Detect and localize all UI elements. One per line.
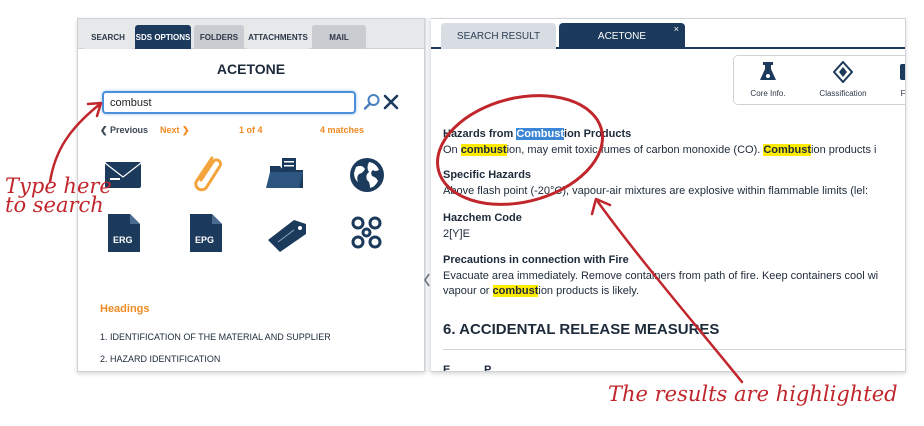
section-heading-hazards: Hazards from Combustion Products bbox=[443, 128, 631, 140]
section-toolbar: Core Info. Classification Fi bbox=[733, 55, 906, 105]
section-divider bbox=[443, 349, 905, 350]
classification-label: Classification bbox=[819, 89, 867, 98]
heading-text: Hazards from bbox=[443, 128, 517, 140]
previous-label: Previous bbox=[110, 125, 149, 135]
tab-search-result[interactable]: SEARCH RESULT bbox=[441, 23, 556, 49]
folder-icon[interactable] bbox=[264, 152, 310, 198]
clear-search-icon[interactable] bbox=[383, 93, 399, 111]
classification-button[interactable]: Classification bbox=[804, 56, 882, 104]
label-tag-icon[interactable] bbox=[264, 210, 310, 256]
next-label: Next bbox=[160, 125, 180, 135]
section-heading-hazchem: Hazchem Code bbox=[443, 212, 522, 224]
next-match-button[interactable]: Next ❯ bbox=[160, 125, 190, 136]
chain-link-icon[interactable] bbox=[344, 210, 390, 256]
body-text: On bbox=[443, 144, 461, 156]
left-tab-bar: SEARCH SDS OPTIONS FOLDERS ATTACHMENTS M… bbox=[78, 19, 424, 49]
heading-text: ion Products bbox=[564, 128, 632, 140]
erg-document-icon[interactable]: ERG bbox=[100, 210, 146, 256]
tab-sds-options[interactable]: SDS OPTIONS bbox=[135, 25, 191, 49]
cut-off-text: E.......... P........ . bbox=[443, 364, 521, 372]
search-navigation: ❮ Previous Next ❯ 1 of 4 4 matches bbox=[100, 125, 400, 139]
section-heading-fire-precautions: Precautions in connection with Fire bbox=[443, 254, 629, 266]
tab-mail[interactable]: MAIL bbox=[312, 25, 366, 49]
erg-label: ERG bbox=[113, 235, 133, 245]
search-icon[interactable] bbox=[363, 93, 381, 111]
previous-match-button[interactable]: ❮ Previous bbox=[100, 125, 148, 136]
document-tab-bar: SEARCH RESULT ACETONE × bbox=[431, 19, 905, 49]
match-highlight: combust bbox=[460, 144, 507, 156]
tab-search[interactable]: SEARCH bbox=[84, 25, 132, 49]
current-match-highlight: Combust bbox=[516, 128, 565, 140]
headings-title: Headings bbox=[100, 303, 150, 315]
core-info-button[interactable]: Core Info. bbox=[734, 56, 802, 104]
section-text-hazchem: 2[Y]E bbox=[443, 228, 470, 240]
page-title: ACETONE bbox=[216, 61, 286, 77]
body-text: ion products is likely. bbox=[538, 285, 640, 297]
annotation-type-here: Type here to search bbox=[5, 176, 112, 217]
document-viewer: SEARCH RESULT ACETONE × Core Info. Class… bbox=[431, 18, 906, 372]
sds-options-panel: SEARCH SDS OPTIONS FOLDERS ATTACHMENTS M… bbox=[77, 18, 425, 372]
heading-item[interactable]: 2. HAZARD IDENTIFICATION bbox=[100, 354, 220, 364]
tab-acetone-label: ACETONE bbox=[597, 30, 647, 42]
globe-icon[interactable] bbox=[344, 152, 390, 198]
tool-icon bbox=[900, 64, 905, 80]
tab-acetone[interactable]: ACETONE × bbox=[559, 23, 685, 49]
close-tab-icon[interactable]: × bbox=[674, 24, 679, 34]
body-text: vapour or bbox=[443, 285, 493, 297]
tab-folders[interactable]: FOLDERS bbox=[194, 25, 244, 49]
collapse-arrow-icon[interactable] bbox=[424, 273, 430, 287]
match-counter: 1 of 4 bbox=[239, 125, 263, 135]
annotation-results-highlighted: The results are highlighted bbox=[608, 382, 898, 406]
annotation-line: to search bbox=[5, 193, 104, 217]
body-text: ion products i bbox=[811, 144, 877, 156]
section-text-hazards: On combustion, may emit toxic fumes of c… bbox=[443, 144, 876, 156]
epg-document-icon[interactable]: EPG bbox=[182, 210, 228, 256]
third-tool-label: Fi bbox=[900, 89, 906, 98]
section-heading-specific-hazards: Specific Hazards bbox=[443, 169, 532, 181]
flask-icon bbox=[760, 62, 776, 80]
paperclip-icon[interactable] bbox=[182, 152, 228, 198]
core-info-label: Core Info. bbox=[750, 89, 786, 98]
section-6-heading: 6. ACCIDENTAL RELEASE MEASURES bbox=[443, 321, 720, 338]
epg-label: EPG bbox=[195, 235, 214, 245]
screenshot: SEARCH SDS OPTIONS FOLDERS ATTACHMENTS M… bbox=[0, 0, 924, 426]
section-text-specific-hazards: Above flash point (-20°C), vapour-air mi… bbox=[443, 185, 868, 197]
body-text: ion, may emit toxic fumes of carbon mono… bbox=[506, 144, 764, 156]
match-total: 4 matches bbox=[320, 125, 365, 135]
third-tool-button[interactable]: Fi bbox=[886, 56, 906, 104]
match-highlight: combust bbox=[492, 285, 539, 297]
heading-item[interactable]: 1. IDENTIFICATION OF THE MATERIAL AND SU… bbox=[100, 332, 331, 342]
section-text-fire-precautions: Evacuate area immediately. Remove contai… bbox=[443, 270, 879, 282]
search-input[interactable] bbox=[102, 91, 356, 114]
section-text-fire-precautions-2: vapour or combustion products is likely. bbox=[443, 285, 639, 297]
tab-attachments[interactable]: ATTACHMENTS bbox=[247, 25, 309, 49]
match-highlight: Combust bbox=[763, 144, 812, 156]
hazard-diamond-icon bbox=[833, 61, 853, 83]
